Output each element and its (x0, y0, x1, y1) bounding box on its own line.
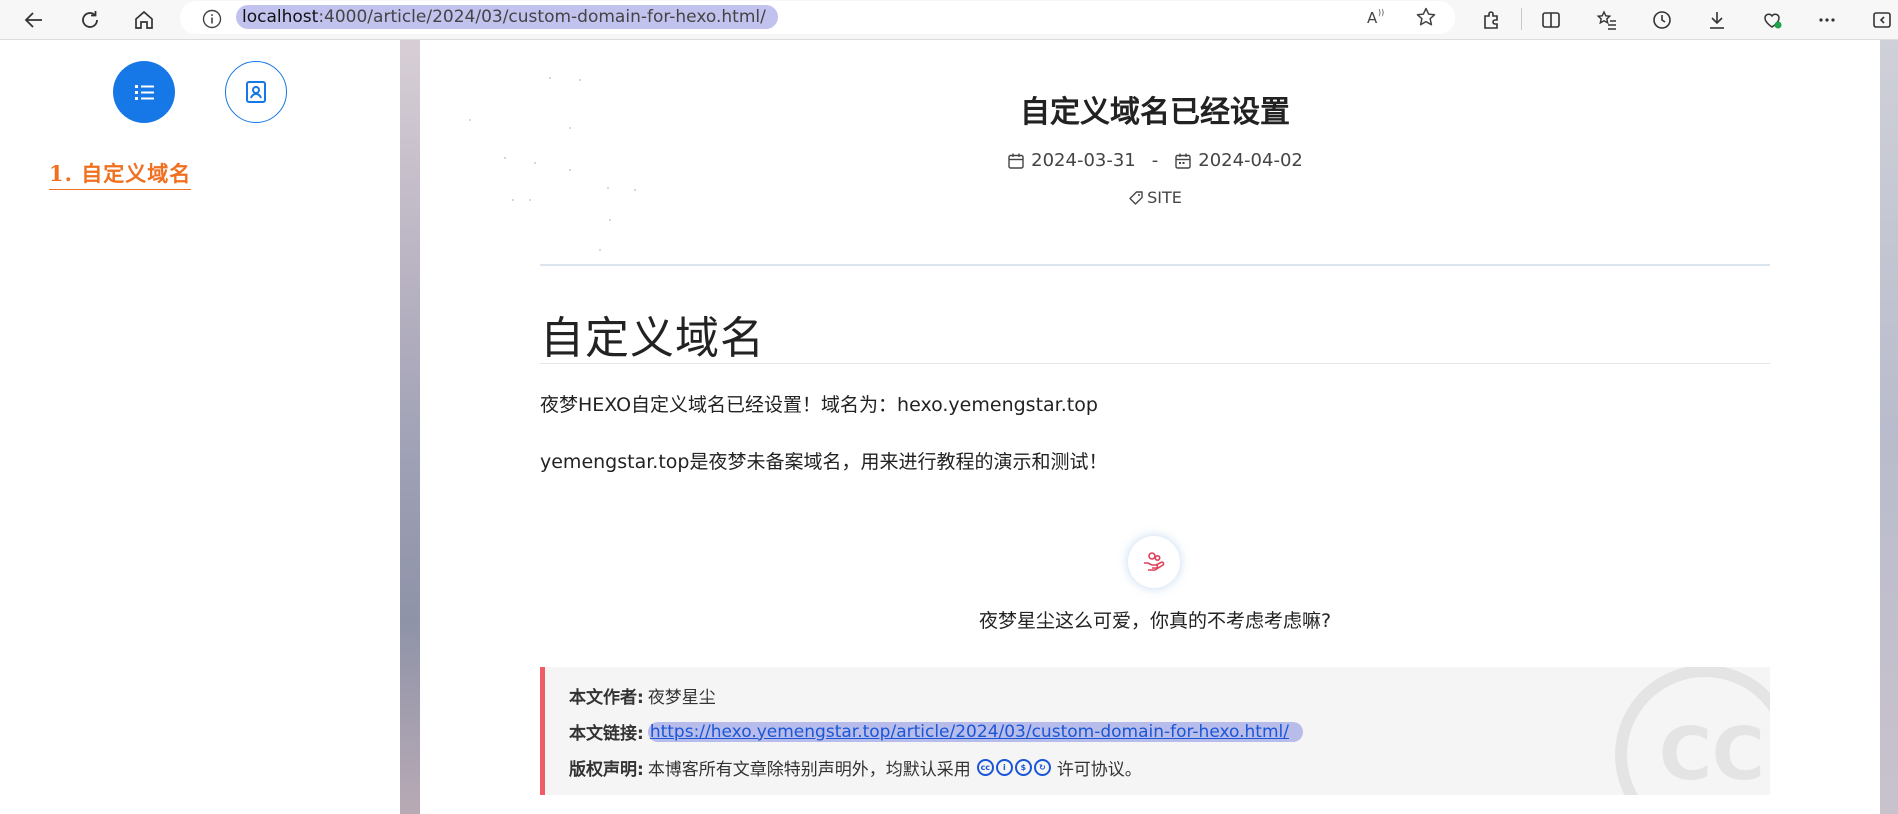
list-icon (135, 85, 154, 100)
post-meta: 2024-03-31 - 2024-04-02 (540, 150, 1770, 171)
creative-commons-watermark-icon: CC (1615, 667, 1770, 795)
cc-by-icon: i (995, 759, 1013, 776)
home-icon (135, 10, 153, 29)
background-image-left (400, 40, 420, 814)
background-image-right (1880, 40, 1898, 814)
copyright-notice: CC 本文作者: 夜梦星尘 本文链接: https://hexo.yemengs… (540, 667, 1770, 795)
heart-pulse-icon (1764, 13, 1782, 29)
post-sidebar: 1. 自定义域名 (0, 40, 400, 814)
puzzle-icon (1484, 11, 1498, 29)
read-aloud-button[interactable]: A)) (1360, 1, 1392, 33)
history-icon (1653, 11, 1671, 29)
link-label: 本文链接: (569, 724, 644, 744)
site-overview-button[interactable] (225, 61, 287, 123)
url-host: localhost (242, 7, 319, 27)
svg-text:CC: CC (1659, 712, 1765, 795)
post-title: 自定义域名已经设置 (1020, 95, 1290, 130)
reward-message: 夜梦星尘这么可爱，你真的不考虑考虑嘛? (978, 610, 1332, 632)
url-path: :4000/article/2024/03/custom-domain-for-… (318, 7, 766, 27)
post-updated-date: 2024-04-02 (1198, 150, 1303, 171)
split-screen-icon (1542, 12, 1560, 28)
toc-toggle-button[interactable] (113, 61, 175, 123)
site-info-icon[interactable] (202, 9, 222, 29)
license-label: 版权声明: (569, 760, 644, 780)
license-prefix: 本博客所有文章除特别声明外，均默认采用 (647, 760, 971, 780)
more-dots-icon (1819, 18, 1835, 22)
favorites-button[interactable] (1591, 4, 1623, 36)
favorites-list-icon (1596, 10, 1616, 30)
extensions-button[interactable] (1476, 4, 1508, 36)
post-tag[interactable]: SITE (540, 188, 1770, 207)
link-row: 本文链接: https://hexo.yemengstar.top/articl… (569, 719, 1303, 744)
cc-sa-icon: ↻ (1033, 759, 1051, 776)
license-suffix: 许可协议。 (1056, 760, 1142, 780)
split-screen-button[interactable] (1535, 4, 1567, 36)
license-row: 版权声明: 本博客所有文章除特别声明外，均默认采用 cc i $ ↻ 许可协议。 (569, 755, 1142, 780)
post-created-date: 2024-03-31 (1031, 150, 1136, 171)
home-button[interactable] (128, 4, 160, 36)
calendar-icon (1008, 153, 1024, 169)
url-text[interactable]: localhost:4000/article/2024/03/custom-do… (236, 5, 778, 29)
cc-icon: cc (976, 759, 994, 776)
content-paragraph: yemengstar.top是夜梦未备案域名，用来进行教程的演示和测试！ (540, 451, 1108, 473)
svg-text:A: A (1367, 9, 1378, 27)
svg-text:)): )) (1378, 8, 1384, 17)
author-row: 本文作者: 夜梦星尘 (569, 683, 716, 708)
back-arrow-icon (24, 12, 42, 28)
more-menu-button[interactable] (1811, 4, 1843, 36)
back-button[interactable] (18, 4, 50, 36)
header-divider (540, 264, 1770, 266)
refresh-icon (82, 11, 98, 28)
post-permalink[interactable]: https://hexo.yemengstar.top/article/2024… (647, 721, 1303, 742)
tag-icon (1129, 190, 1143, 205)
browser-essentials-button[interactable] (1756, 4, 1788, 36)
sidebar-toggle-icon (1873, 12, 1891, 28)
heading-rule (540, 363, 1770, 364)
cc-license-link[interactable]: cc i $ ↻ (976, 759, 1051, 776)
tag-label[interactable]: SITE (1147, 188, 1182, 207)
hand-donate-icon (1144, 552, 1165, 571)
toc-item-custom-domain[interactable]: 1. 自定义域名 (49, 158, 192, 190)
calendar-edit-icon (1175, 153, 1191, 169)
author-label: 本文作者: (569, 688, 644, 708)
toolbar-divider (1521, 8, 1522, 30)
cc-nc-icon: $ (1014, 759, 1032, 776)
favorite-button[interactable] (1410, 1, 1442, 33)
profile-card-icon (246, 81, 266, 103)
read-aloud-icon: A)) (1367, 8, 1384, 27)
star-icon (1416, 7, 1436, 26)
sidebar-toggle-button[interactable] (1866, 4, 1898, 36)
meta-separator: - (1151, 150, 1159, 171)
browser-toolbar: localhost:4000/article/2024/03/custom-do… (0, 0, 1898, 40)
content-paragraph: 夜梦HEXO自定义域名已经设置！域名为：hexo.yemengstar.top (540, 394, 1098, 416)
reward-button[interactable] (1128, 536, 1180, 588)
address-bar[interactable]: localhost:4000/article/2024/03/custom-do… (180, 1, 1455, 34)
refresh-button[interactable] (74, 4, 106, 36)
download-icon (1710, 12, 1724, 29)
author-name: 夜梦星尘 (647, 688, 716, 708)
history-button[interactable] (1646, 4, 1678, 36)
content-heading: 自定义域名 (540, 313, 765, 364)
downloads-button[interactable] (1701, 4, 1733, 36)
